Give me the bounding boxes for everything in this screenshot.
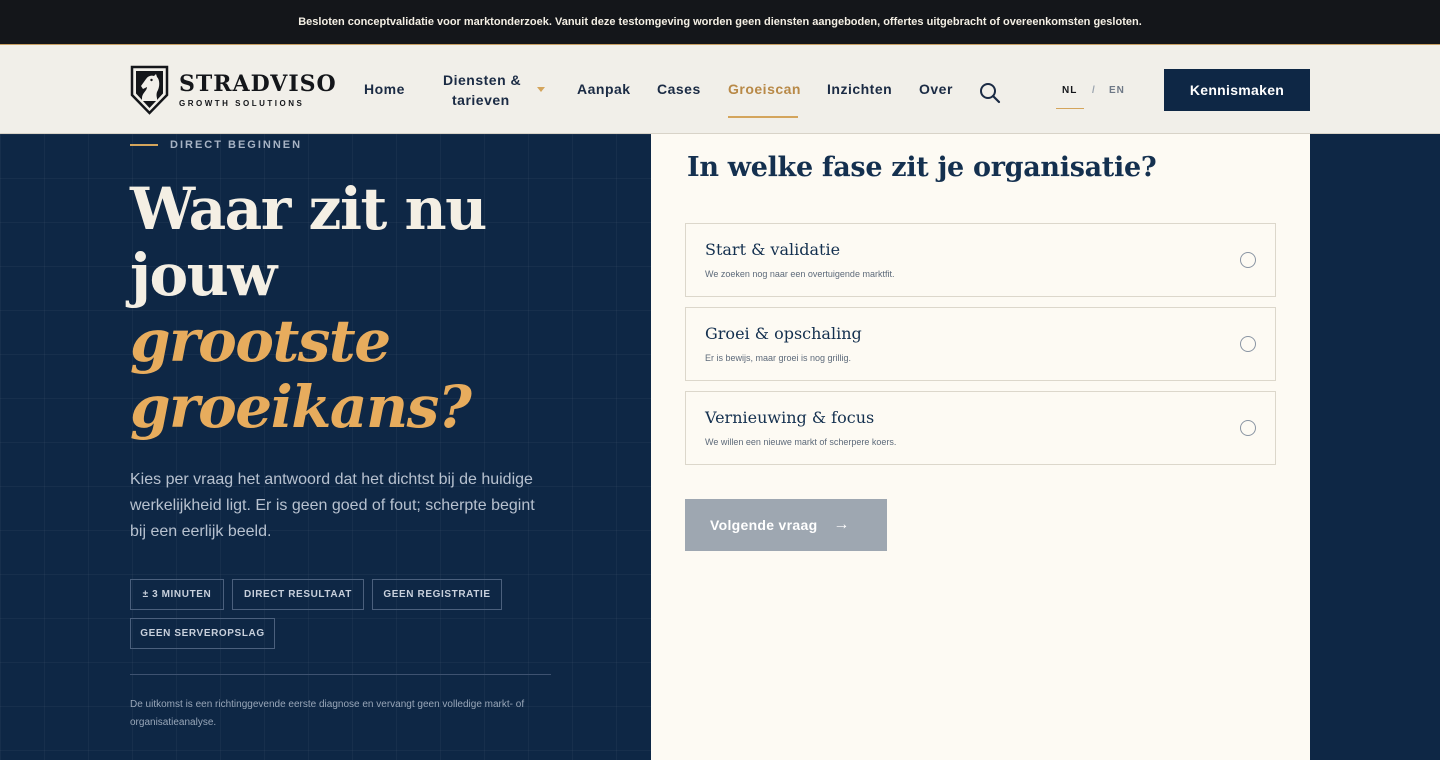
hero-section: DIRECT BEGINNEN Waar zit nu jouw grootst…: [0, 134, 651, 760]
headline-line-1: Waar zit nu: [130, 175, 487, 243]
nav-inzichten[interactable]: Inzichten: [827, 81, 892, 97]
nav-diensten-line2: tarieven: [452, 92, 510, 108]
nav-over[interactable]: Over: [919, 81, 953, 97]
nav-aanpak[interactable]: Aanpak: [577, 81, 631, 97]
nav-diensten[interactable]: Diensten & tarieven: [443, 70, 521, 110]
announcement-text: Besloten conceptvalidatie voor marktonde…: [298, 16, 1142, 28]
hero-intro: Kies per vraag het antwoord dat het dich…: [130, 471, 535, 540]
radio-button[interactable]: [1240, 252, 1256, 268]
option-title: Groei & opschaling: [705, 324, 862, 343]
hero-divider: [130, 674, 551, 675]
option-start-validatie[interactable]: Start & validatie We zoeken nog naar een…: [685, 223, 1276, 297]
arrow-right-icon: →: [833, 516, 850, 533]
brand-tagline: GROWTH SOLUTIONS: [179, 99, 305, 108]
knight-chess-shield-icon: [130, 65, 169, 115]
option-subtitle: We willen een nieuwe markt of scherpere …: [705, 437, 897, 447]
question-title: In welke fase zit je organisatie?: [687, 152, 1157, 183]
option-title: Start & validatie: [705, 240, 841, 259]
option-groei-opschaling[interactable]: Groei & opschaling Er is bewijs, maar gr…: [685, 307, 1276, 381]
hero-disclaimer: De uitkomst is een richtinggevende eerst…: [130, 699, 525, 728]
next-question-button[interactable]: Volgende vraag →: [685, 499, 887, 551]
lang-nl[interactable]: NL: [1062, 85, 1077, 96]
chevron-down-icon[interactable]: [537, 87, 545, 92]
radio-button[interactable]: [1240, 420, 1256, 436]
nav-diensten-line1: Diensten &: [443, 72, 522, 88]
lang-active-indicator: [1056, 108, 1084, 109]
headline-accent-1: grootste: [130, 307, 391, 375]
chip-direct-result: DIRECT RESULTAAT: [232, 579, 364, 610]
lang-separator: /: [1092, 85, 1096, 96]
chip-no-server-storage: GEEN SERVEROPSLAG: [130, 618, 275, 649]
hero-eyebrow: DIRECT BEGINNEN: [170, 139, 303, 151]
option-title: Vernieuwing & focus: [705, 408, 875, 427]
question-panel: In welke fase zit je organisatie? Start …: [651, 134, 1310, 760]
option-subtitle: Er is bewijs, maar groei is nog grillig.: [705, 353, 852, 363]
next-question-label: Volgende vraag: [710, 517, 818, 533]
search-icon[interactable]: [979, 82, 1001, 104]
logo[interactable]: STRADVISO GROWTH SOLUTIONS: [130, 65, 337, 115]
option-vernieuwing-focus[interactable]: Vernieuwing & focus We willen een nieuwe…: [685, 391, 1276, 465]
radio-button[interactable]: [1240, 336, 1256, 352]
nav-active-indicator: [728, 116, 798, 118]
lang-en[interactable]: EN: [1109, 85, 1125, 96]
headline-accent-2: groeikans?: [130, 373, 472, 441]
option-subtitle: We zoeken nog naar een overtuigende mark…: [705, 269, 895, 279]
kennismaken-button[interactable]: Kennismaken: [1164, 69, 1310, 111]
hero-headline: Waar zit nu jouw grootste groeikans?: [130, 175, 487, 441]
chip-duration: ± 3 MINUTEN: [130, 579, 224, 610]
nav-groeiscan[interactable]: Groeiscan: [728, 81, 801, 97]
brand-name: STRADVISO: [179, 71, 337, 97]
nav-cases[interactable]: Cases: [657, 81, 701, 97]
chip-no-registration: GEEN REGISTRATIE: [372, 579, 502, 610]
site-header: STRADVISO GROWTH SOLUTIONS Home Diensten…: [0, 45, 1440, 134]
announcement-bar: Besloten conceptvalidatie voor marktonde…: [0, 0, 1440, 45]
headline-line-2: jouw: [130, 241, 277, 309]
nav-home[interactable]: Home: [364, 81, 405, 97]
eyebrow-line: [130, 144, 158, 146]
